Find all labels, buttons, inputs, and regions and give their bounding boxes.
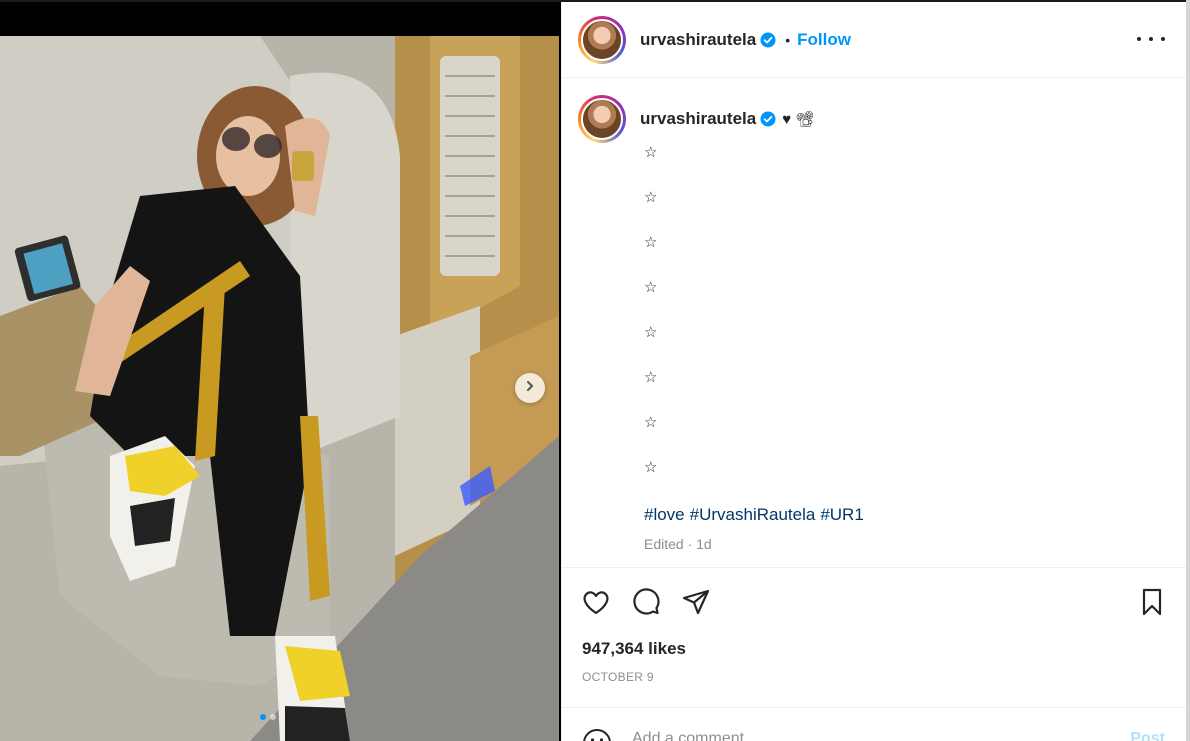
caption-line: ☆ bbox=[644, 369, 658, 386]
caption-lines: ☆ ☆ ☆ ☆ ☆ ☆ ☆ ☆ bbox=[644, 145, 657, 505]
comment-icon[interactable] bbox=[630, 586, 662, 618]
post-photo bbox=[0, 36, 559, 741]
edited-timestamp: Edited · 1d bbox=[644, 536, 712, 552]
heart-icon[interactable] bbox=[580, 586, 612, 618]
window-edge bbox=[1186, 0, 1190, 741]
caption-line: ☆ bbox=[644, 234, 658, 251]
caption-line: ☆ bbox=[644, 189, 658, 206]
carousel-dot bbox=[270, 714, 276, 720]
verified-badge-icon bbox=[760, 32, 776, 48]
more-options-icon[interactable] bbox=[1137, 28, 1165, 50]
chevron-right-icon bbox=[524, 379, 536, 397]
follow-button[interactable]: Follow bbox=[797, 30, 851, 50]
caption-line: ☆ bbox=[644, 324, 658, 341]
caption-username[interactable]: urvashirautela bbox=[640, 109, 756, 129]
post-details-panel: urvashirautela • Follow urvashirautela ♥… bbox=[561, 2, 1187, 741]
caption-line: ☆ bbox=[644, 279, 658, 296]
bookmark-icon[interactable] bbox=[1136, 586, 1168, 618]
post-header: urvashirautela • Follow bbox=[562, 2, 1187, 78]
header-username[interactable]: urvashirautela bbox=[640, 30, 756, 50]
post-media[interactable] bbox=[0, 36, 559, 741]
action-bar bbox=[562, 582, 1187, 622]
share-icon[interactable] bbox=[680, 586, 712, 618]
comment-input[interactable] bbox=[632, 730, 1112, 741]
caption-line: ☆ bbox=[644, 144, 658, 161]
caption-line: ☆ bbox=[644, 459, 658, 476]
hashtag-link[interactable]: #UR1 bbox=[820, 505, 863, 525]
emoji-icon[interactable] bbox=[582, 728, 612, 741]
post-date: OCTOBER 9 bbox=[582, 670, 654, 684]
hashtag-link[interactable]: #UrvashiRautela bbox=[690, 505, 816, 525]
caption-header: urvashirautela ♥ 📽 bbox=[578, 95, 814, 143]
post-comment-button[interactable]: Post bbox=[1130, 730, 1165, 741]
hashtags: #love #UrvashiRautela #UR1 bbox=[644, 505, 864, 525]
verified-badge-icon bbox=[760, 111, 776, 127]
hashtag-link[interactable]: #love bbox=[644, 505, 685, 525]
caption-emojis: ♥ 📽 bbox=[782, 111, 815, 128]
avatar[interactable] bbox=[578, 15, 626, 64]
caption-area: urvashirautela ♥ 📽 ☆ ☆ ☆ ☆ ☆ ☆ ☆ ☆ #love… bbox=[562, 79, 1187, 568]
caption-line: ☆ bbox=[644, 414, 658, 431]
header-separator: • bbox=[785, 31, 791, 48]
caption-avatar[interactable] bbox=[578, 95, 626, 143]
carousel-dot-active bbox=[260, 714, 266, 720]
likes-count[interactable]: 947,364 likes bbox=[582, 639, 686, 659]
next-photo-button[interactable] bbox=[515, 373, 545, 403]
carousel-dots bbox=[260, 714, 276, 720]
comment-bar: Post bbox=[562, 707, 1187, 741]
